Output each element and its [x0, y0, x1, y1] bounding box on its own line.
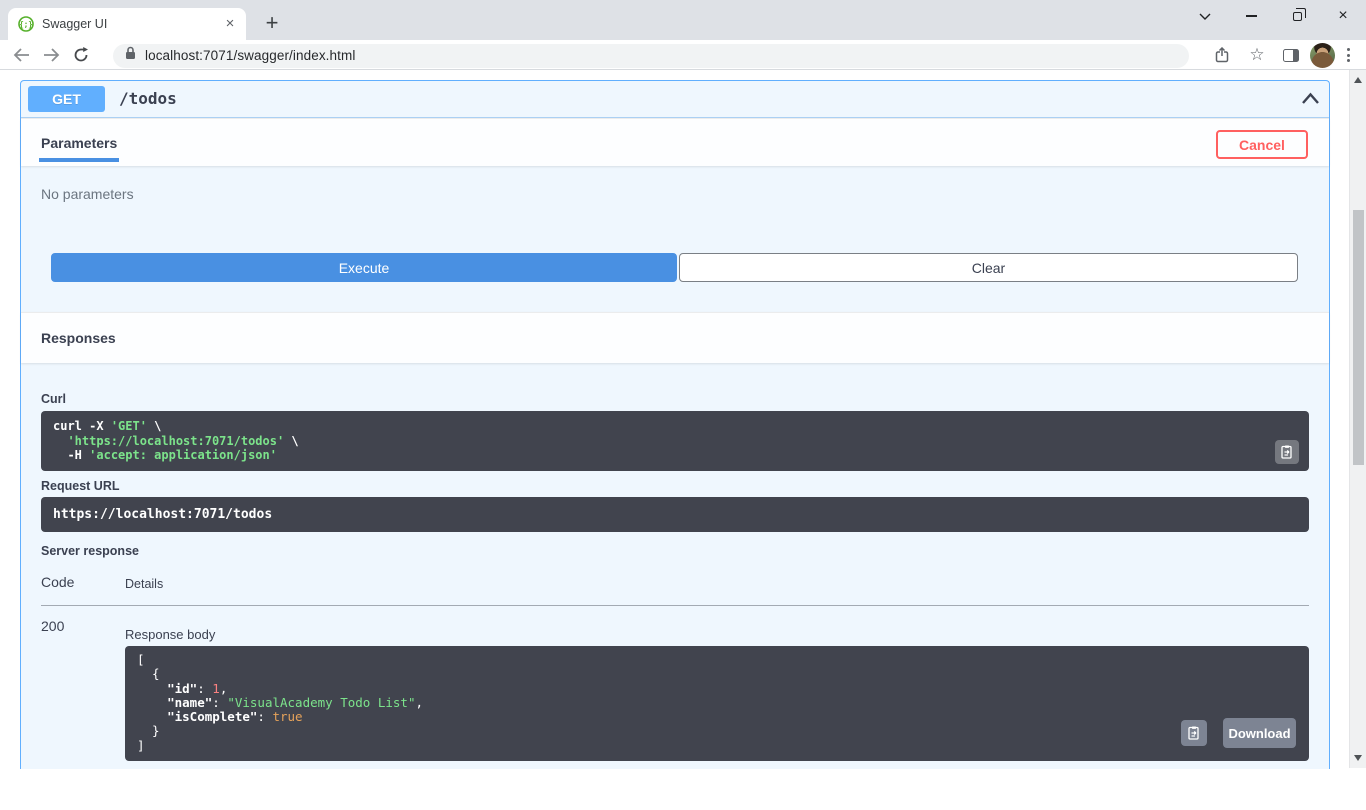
- copy-response-button[interactable]: [1181, 720, 1207, 746]
- response-body-code-block: [ { "id": 1, "name": "VisualAcademy Todo…: [125, 646, 1309, 761]
- parameters-title: Parameters: [41, 135, 117, 151]
- back-icon[interactable]: [6, 42, 36, 68]
- scroll-up-icon[interactable]: [1354, 77, 1362, 83]
- window-controls: ×: [1182, 0, 1366, 32]
- tab-close-icon[interactable]: ×: [222, 16, 238, 32]
- url-text: localhost:7071/swagger/index.html: [145, 48, 355, 63]
- reload-icon[interactable]: [66, 42, 96, 68]
- page-scrollbar[interactable]: [1349, 70, 1366, 768]
- server-response-label: Server response: [41, 544, 139, 558]
- forward-icon[interactable]: [36, 42, 66, 68]
- profile-avatar[interactable]: [1310, 43, 1335, 68]
- opblock-get-todos: GET /todos Parameters Cancel No paramete…: [20, 80, 1330, 769]
- endpoint-path: /todos: [119, 81, 177, 117]
- request-url-value: https://localhost:7071/todos: [41, 497, 1309, 532]
- scroll-down-icon[interactable]: [1354, 755, 1362, 761]
- copy-curl-button[interactable]: [1275, 440, 1299, 464]
- scrollbar-thumb[interactable]: [1353, 210, 1364, 465]
- url-omnibox[interactable]: localhost:7071/swagger/index.html: [113, 44, 1189, 68]
- details-column-header: Details: [125, 577, 163, 591]
- curl-line-2: 'https://localhost:7071/todos' \: [53, 434, 1297, 449]
- json-id-row: "id": 1,: [137, 682, 1297, 696]
- window-close-icon[interactable]: ×: [1320, 0, 1366, 32]
- execute-button[interactable]: Execute: [51, 253, 677, 282]
- opblock-summary[interactable]: GET /todos: [21, 81, 1329, 118]
- code-column-header: Code: [41, 574, 74, 590]
- curl-line-1: curl -X 'GET' \: [53, 419, 1297, 434]
- request-url-label: Request URL: [41, 479, 119, 493]
- browser-tab[interactable]: {;} Swagger UI ×: [8, 8, 246, 40]
- swagger-favicon-icon: {;}: [18, 16, 34, 32]
- share-icon[interactable]: [1208, 42, 1238, 68]
- lock-icon: [125, 46, 136, 65]
- side-panel-icon[interactable]: [1276, 42, 1306, 68]
- tab-title: Swagger UI: [42, 17, 222, 31]
- responses-section-header: Responses: [21, 312, 1329, 363]
- address-bar-actions: ☆: [1208, 40, 1358, 70]
- swagger-page: GET /todos Parameters Cancel No paramete…: [0, 70, 1349, 768]
- method-badge: GET: [28, 86, 105, 112]
- new-tab-button[interactable]: +: [258, 10, 286, 38]
- json-iscomplete-row: "isComplete": true: [137, 710, 1297, 724]
- tab-strip: {;} Swagger UI × + ×: [0, 0, 1366, 40]
- clear-button[interactable]: Clear: [679, 253, 1298, 282]
- no-parameters-text: No parameters: [41, 186, 134, 202]
- minimize-icon[interactable]: [1228, 0, 1274, 32]
- window-menu-chevron-icon[interactable]: [1182, 0, 1228, 32]
- parameters-tab-underline: [39, 158, 119, 162]
- download-button[interactable]: Download: [1223, 718, 1296, 748]
- menu-dots-icon[interactable]: [1339, 48, 1358, 62]
- svg-text:{;}: {;}: [19, 20, 33, 29]
- maximize-restore-icon[interactable]: [1274, 0, 1320, 32]
- json-name-row: "name": "VisualAcademy Todo List",: [137, 696, 1297, 710]
- curl-code-block: curl -X 'GET' \ 'https://localhost:7071/…: [41, 411, 1309, 471]
- curl-line-3: -H 'accept: application/json': [53, 448, 1297, 463]
- address-bar: localhost:7071/swagger/index.html ☆: [0, 40, 1366, 70]
- response-body-label: Response body: [125, 627, 215, 642]
- parameters-section-header: Parameters Cancel: [21, 118, 1329, 166]
- collapse-chevron-icon[interactable]: [1301, 92, 1320, 110]
- responses-title: Responses: [41, 330, 116, 346]
- cancel-button[interactable]: Cancel: [1216, 130, 1308, 159]
- table-divider: [41, 605, 1309, 606]
- curl-label: Curl: [41, 392, 66, 406]
- status-code: 200: [41, 618, 64, 634]
- bookmark-star-icon[interactable]: ☆: [1242, 42, 1272, 68]
